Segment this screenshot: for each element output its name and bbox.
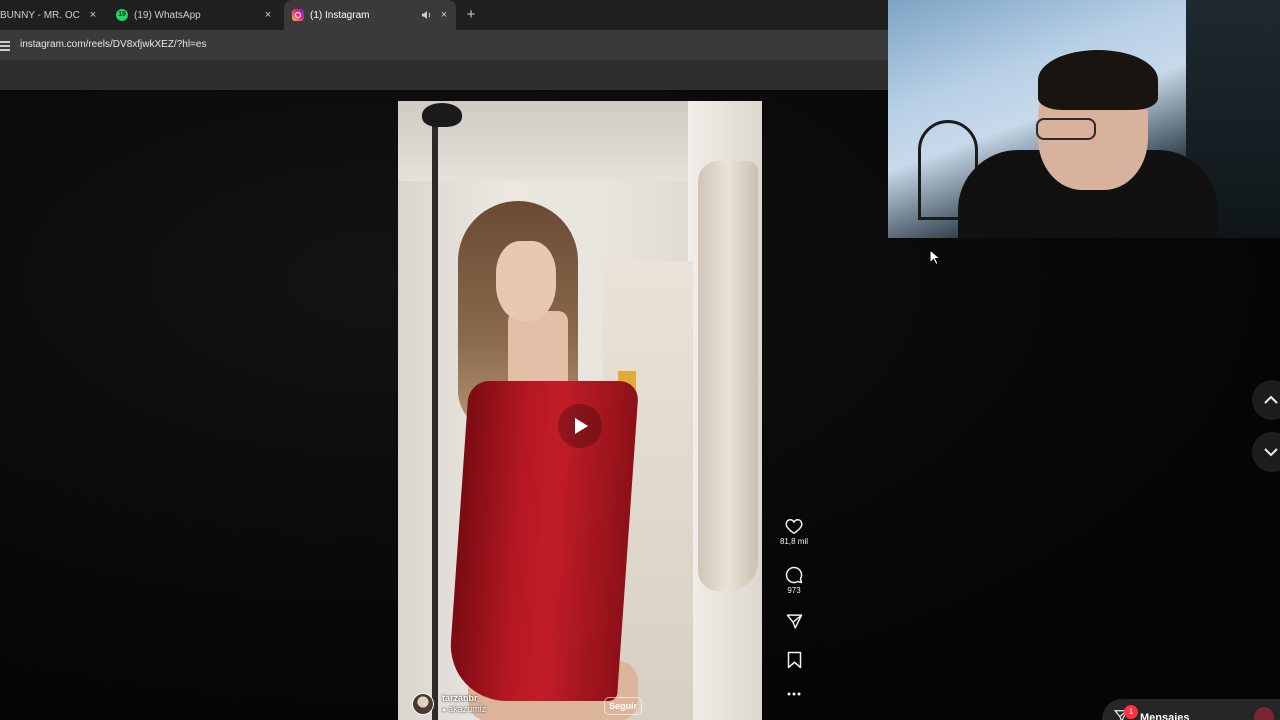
instagram-icon xyxy=(292,9,304,21)
author-username[interactable]: tarzanbr_ xyxy=(442,693,486,704)
address-bar: instagram.com/reels/DV8xfjwkXEZ/?hl=es xyxy=(0,30,888,60)
video-frame-dress xyxy=(446,381,640,701)
chevron-down-icon xyxy=(1264,448,1278,457)
video-frame-pole xyxy=(432,113,438,720)
chevron-up-icon xyxy=(1264,395,1278,404)
comment-count: 973 xyxy=(787,586,801,595)
audio-credit[interactable]: ● akazumiz xyxy=(442,704,486,716)
tab-whatsapp[interactable]: 19 (19) WhatsApp xyxy=(110,0,280,30)
unread-badge: 1 xyxy=(1124,705,1138,719)
send-icon xyxy=(786,614,802,629)
play-button[interactable] xyxy=(558,404,602,448)
reel-video[interactable]: tarzanbr_ ● akazumiz Seguir xyxy=(398,101,762,720)
tab-title: (1) Instagram xyxy=(310,9,370,21)
webcam-overlay xyxy=(888,0,1280,238)
video-frame-towel xyxy=(698,161,758,591)
close-tab-icon[interactable]: × xyxy=(86,8,100,22)
person-icon: ● xyxy=(442,706,447,714)
whatsapp-icon: 19 xyxy=(116,9,128,21)
tab-title: (19) WhatsApp xyxy=(134,9,201,21)
tab-strip: BUNNY - MR. OCTOBER × 19 (19) WhatsApp ×… xyxy=(0,0,888,30)
close-tab-icon[interactable]: × xyxy=(261,8,275,22)
avatar xyxy=(1254,707,1274,720)
more-button[interactable] xyxy=(776,692,812,696)
site-settings-icon[interactable] xyxy=(0,39,10,51)
messages-label: Mensajes xyxy=(1140,712,1190,720)
new-tab-button[interactable]: + xyxy=(463,6,479,24)
avatar[interactable] xyxy=(412,693,434,715)
follow-button[interactable]: Seguir xyxy=(604,697,642,715)
messages-button[interactable]: 1 Mensajes xyxy=(1102,699,1280,720)
streamer-hair xyxy=(1038,50,1158,110)
comment-icon xyxy=(785,566,803,584)
close-tab-icon[interactable]: × xyxy=(437,8,451,22)
speaker-icon[interactable] xyxy=(421,10,432,20)
reel-author[interactable]: tarzanbr_ ● akazumiz xyxy=(412,691,486,717)
tab-title: BUNNY - MR. OCTOBER xyxy=(0,9,80,21)
glasses xyxy=(1036,118,1096,140)
bookmark-icon xyxy=(787,651,801,669)
video-frame-face xyxy=(496,241,556,321)
url-field[interactable]: instagram.com/reels/DV8xfjwkXEZ/?hl=es xyxy=(20,39,206,50)
heart-icon xyxy=(785,518,803,535)
like-button[interactable]: 81,8 mil xyxy=(776,518,812,546)
bookmarks-strip xyxy=(0,60,888,90)
like-count: 81,8 mil xyxy=(779,537,808,546)
share-button[interactable] xyxy=(776,613,812,630)
author-info: tarzanbr_ ● akazumiz xyxy=(442,693,486,716)
mouse-cursor-icon xyxy=(929,249,941,265)
audio-credit-name: akazumiz xyxy=(448,703,487,714)
video-frame-lamp xyxy=(422,103,462,127)
save-button[interactable] xyxy=(776,651,812,669)
more-icon xyxy=(787,692,801,696)
comment-button[interactable]: 973 xyxy=(776,566,812,595)
